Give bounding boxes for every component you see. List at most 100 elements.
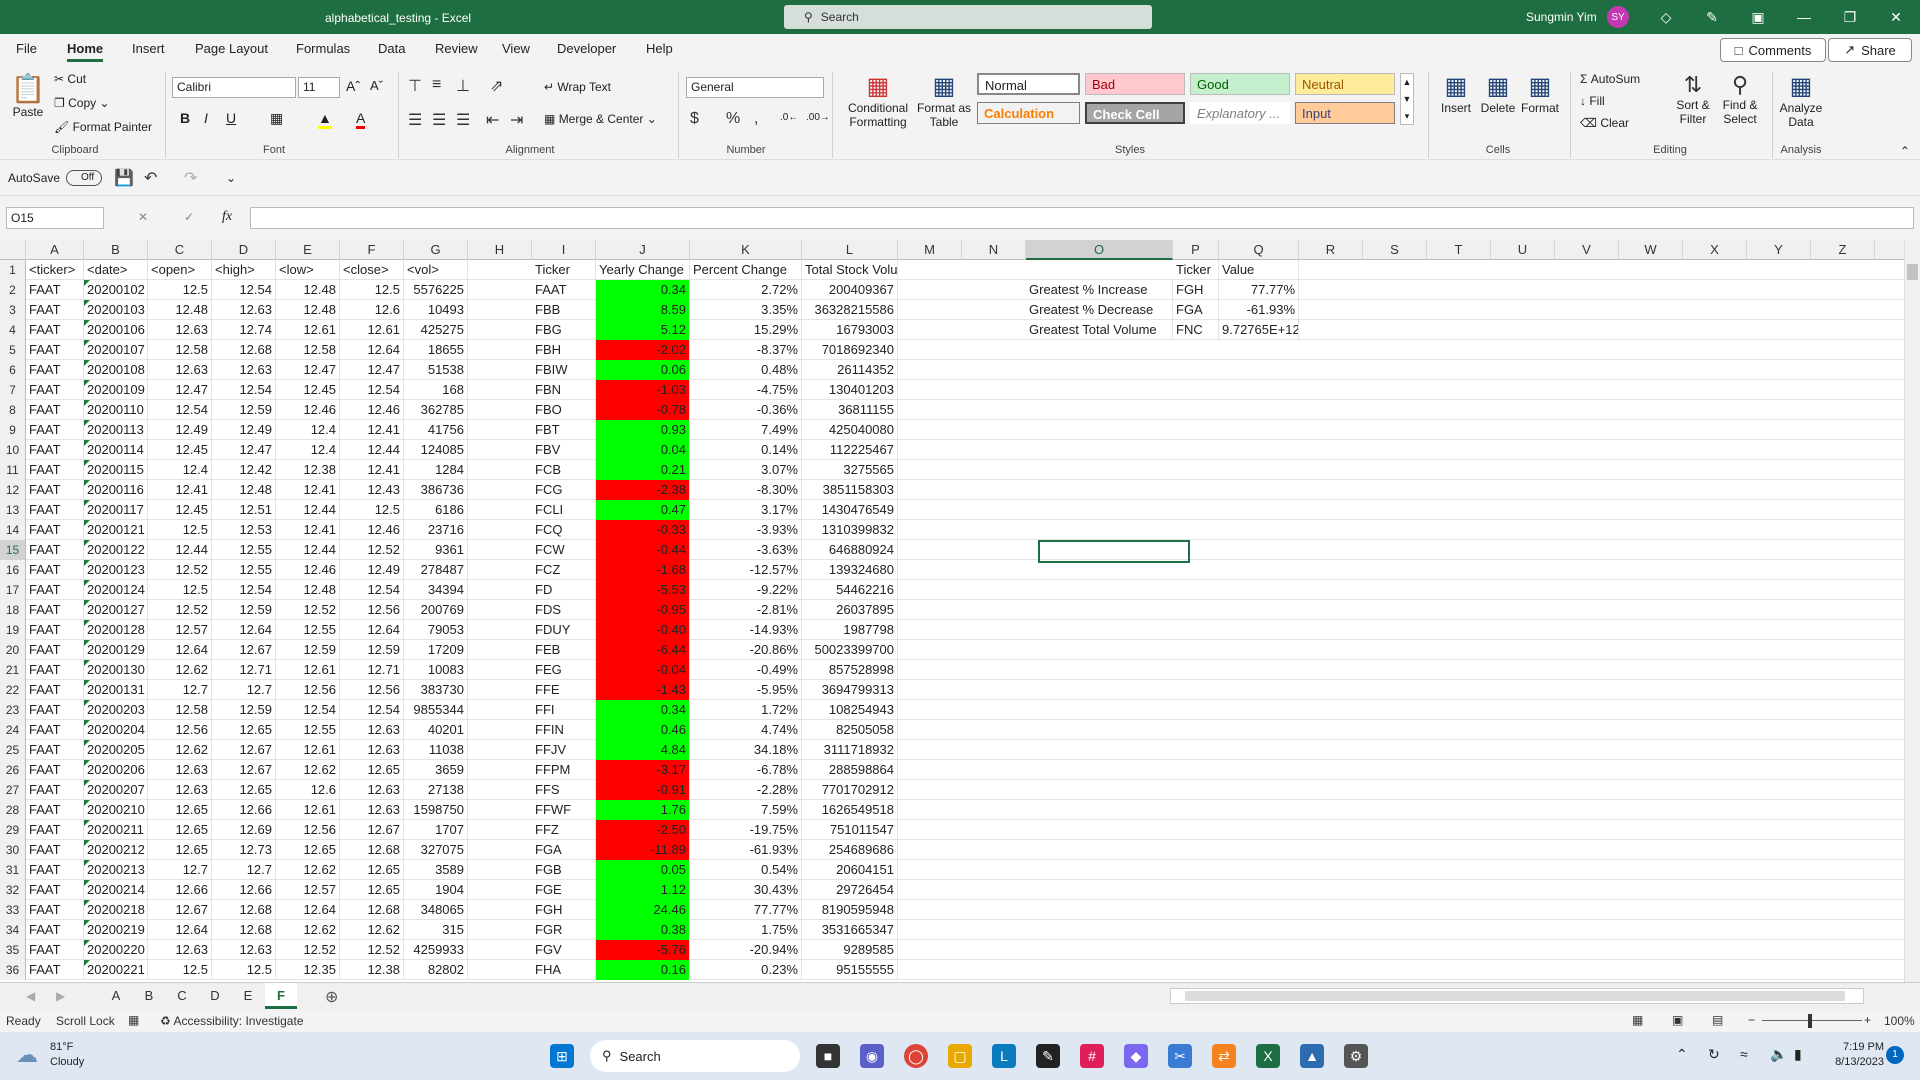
cell[interactable]: 29726454 <box>802 880 898 900</box>
cell[interactable]: 254689686 <box>802 840 898 860</box>
cell[interactable]: 12.63 <box>212 940 276 960</box>
cell[interactable]: 12.56 <box>148 720 212 740</box>
column-header-q[interactable]: Q <box>1219 240 1299 260</box>
cell[interactable]: 82802 <box>404 960 468 980</box>
percent-icon[interactable]: % <box>726 110 740 128</box>
cell[interactable]: FCZ <box>532 560 596 580</box>
row-header[interactable]: 32 <box>0 880 26 900</box>
cell[interactable]: 20200212 <box>84 840 148 860</box>
add-sheet-icon[interactable]: ⊕ <box>325 987 338 1007</box>
increase-indent-icon[interactable]: ⇥ <box>510 110 523 130</box>
cell[interactable]: 12.63 <box>148 940 212 960</box>
cell[interactable]: 20200213 <box>84 860 148 880</box>
cell[interactable]: 26114352 <box>802 360 898 380</box>
cell[interactable]: 108254943 <box>802 700 898 720</box>
row-header[interactable]: 20 <box>0 640 26 660</box>
align-bottom-icon[interactable]: ⊥ <box>456 76 470 96</box>
cell[interactable]: 12.67 <box>212 640 276 660</box>
speaker-icon[interactable]: 🔈 <box>1770 1046 1787 1063</box>
row-header[interactable]: 10 <box>0 440 26 460</box>
cell[interactable]: 646880924 <box>802 540 898 560</box>
row-header[interactable]: 33 <box>0 900 26 920</box>
tab-insert[interactable]: Insert <box>132 41 165 56</box>
row-header[interactable]: 29 <box>0 820 26 840</box>
cell[interactable]: 12.44 <box>340 440 404 460</box>
cell[interactable]: 12.52 <box>276 940 340 960</box>
find-select-button[interactable]: ⚲ Find & Select <box>1716 72 1764 126</box>
cell[interactable]: 12.4 <box>148 460 212 480</box>
sheet-tab-d[interactable]: D <box>199 983 231 1009</box>
cell[interactable]: Ticker <box>1173 260 1219 280</box>
cell[interactable]: 12.44 <box>148 540 212 560</box>
cell[interactable]: 1310399832 <box>802 520 898 540</box>
cell[interactable]: 12.63 <box>340 780 404 800</box>
cell[interactable]: 1707 <box>404 820 468 840</box>
battery-icon[interactable]: ▮ <box>1794 1046 1802 1063</box>
cell[interactable]: 5576225 <box>404 280 468 300</box>
grow-font-icon[interactable]: Aˆ <box>346 78 360 94</box>
cell[interactable]: FCG <box>532 480 596 500</box>
font-size-select[interactable]: 11 <box>298 77 340 98</box>
clock-date[interactable]: 8/13/2023 <box>1824 1056 1884 1068</box>
cell[interactable]: FGA <box>1173 300 1219 320</box>
fill-color-icon[interactable]: ▲ <box>318 110 332 129</box>
selected-cell-outline[interactable] <box>1038 540 1190 563</box>
cell[interactable]: -0.49% <box>690 660 802 680</box>
cell[interactable]: 12.63 <box>148 360 212 380</box>
row-header[interactable]: 27 <box>0 780 26 800</box>
cell[interactable]: 82505058 <box>802 720 898 740</box>
cell[interactable]: 327075 <box>404 840 468 860</box>
row-header[interactable]: 15 <box>0 540 26 560</box>
cell[interactable]: 3851158303 <box>802 480 898 500</box>
cell[interactable]: FAAT <box>26 300 84 320</box>
column-header-p[interactable]: P <box>1173 240 1219 260</box>
cell[interactable]: 0.05 <box>596 860 690 880</box>
cell[interactable]: 12.65 <box>212 720 276 740</box>
cell[interactable]: FAAT <box>26 880 84 900</box>
save-icon[interactable]: 💾 <box>114 168 134 188</box>
column-header-v[interactable]: V <box>1555 240 1619 260</box>
cell[interactable]: 12.63 <box>340 740 404 760</box>
cell[interactable]: 54462216 <box>802 580 898 600</box>
cell[interactable]: 12.61 <box>340 320 404 340</box>
cell[interactable]: 12.44 <box>276 540 340 560</box>
cell[interactable]: 12.41 <box>340 460 404 480</box>
cell[interactable]: 12.65 <box>340 760 404 780</box>
cell[interactable]: -0.44 <box>596 540 690 560</box>
cell[interactable]: 12.58 <box>148 340 212 360</box>
cell[interactable]: 1284 <box>404 460 468 480</box>
cell[interactable]: 12.55 <box>276 720 340 740</box>
column-header-j[interactable]: J <box>596 240 690 260</box>
cell[interactable]: 23716 <box>404 520 468 540</box>
cell[interactable]: FAAT <box>26 320 84 340</box>
italic-icon[interactable]: I <box>204 110 208 126</box>
cell[interactable]: 12.65 <box>340 860 404 880</box>
page-break-view-icon[interactable]: ▤ <box>1712 1013 1723 1027</box>
cell[interactable]: 425275 <box>404 320 468 340</box>
cell[interactable]: 12.59 <box>340 640 404 660</box>
git-icon[interactable]: ⇄ <box>1212 1044 1236 1068</box>
next-sheet-icon[interactable]: ▶ <box>56 989 65 1003</box>
row-header[interactable]: 11 <box>0 460 26 480</box>
cell[interactable]: Yearly Change <box>596 260 690 280</box>
comma-icon[interactable]: , <box>754 110 758 128</box>
redo-icon[interactable]: ↷ <box>184 168 197 188</box>
cell[interactable]: 12.68 <box>212 340 276 360</box>
cell[interactable]: 12.41 <box>276 520 340 540</box>
tab-home[interactable]: Home <box>67 41 104 62</box>
cell[interactable]: 12.64 <box>148 640 212 660</box>
cell[interactable]: <low> <box>276 260 340 280</box>
wrap-text-button[interactable]: ↵ Wrap Text <box>544 80 611 94</box>
cell[interactable]: 20200117 <box>84 500 148 520</box>
cell[interactable]: 1626549518 <box>802 800 898 820</box>
cell[interactable]: 12.42 <box>212 460 276 480</box>
cell[interactable]: 12.59 <box>212 600 276 620</box>
cell[interactable]: 3111718932 <box>802 740 898 760</box>
cell[interactable]: FAAT <box>26 780 84 800</box>
zoom-in-icon[interactable]: + <box>1864 1013 1871 1027</box>
sort-filter-button[interactable]: ⇅ Sort & Filter <box>1672 72 1714 126</box>
cell[interactable]: -61.93% <box>1219 300 1299 320</box>
cell[interactable]: 20200220 <box>84 940 148 960</box>
cell[interactable]: FAAT <box>26 820 84 840</box>
fill-button[interactable]: ↓ Fill <box>1580 94 1605 108</box>
